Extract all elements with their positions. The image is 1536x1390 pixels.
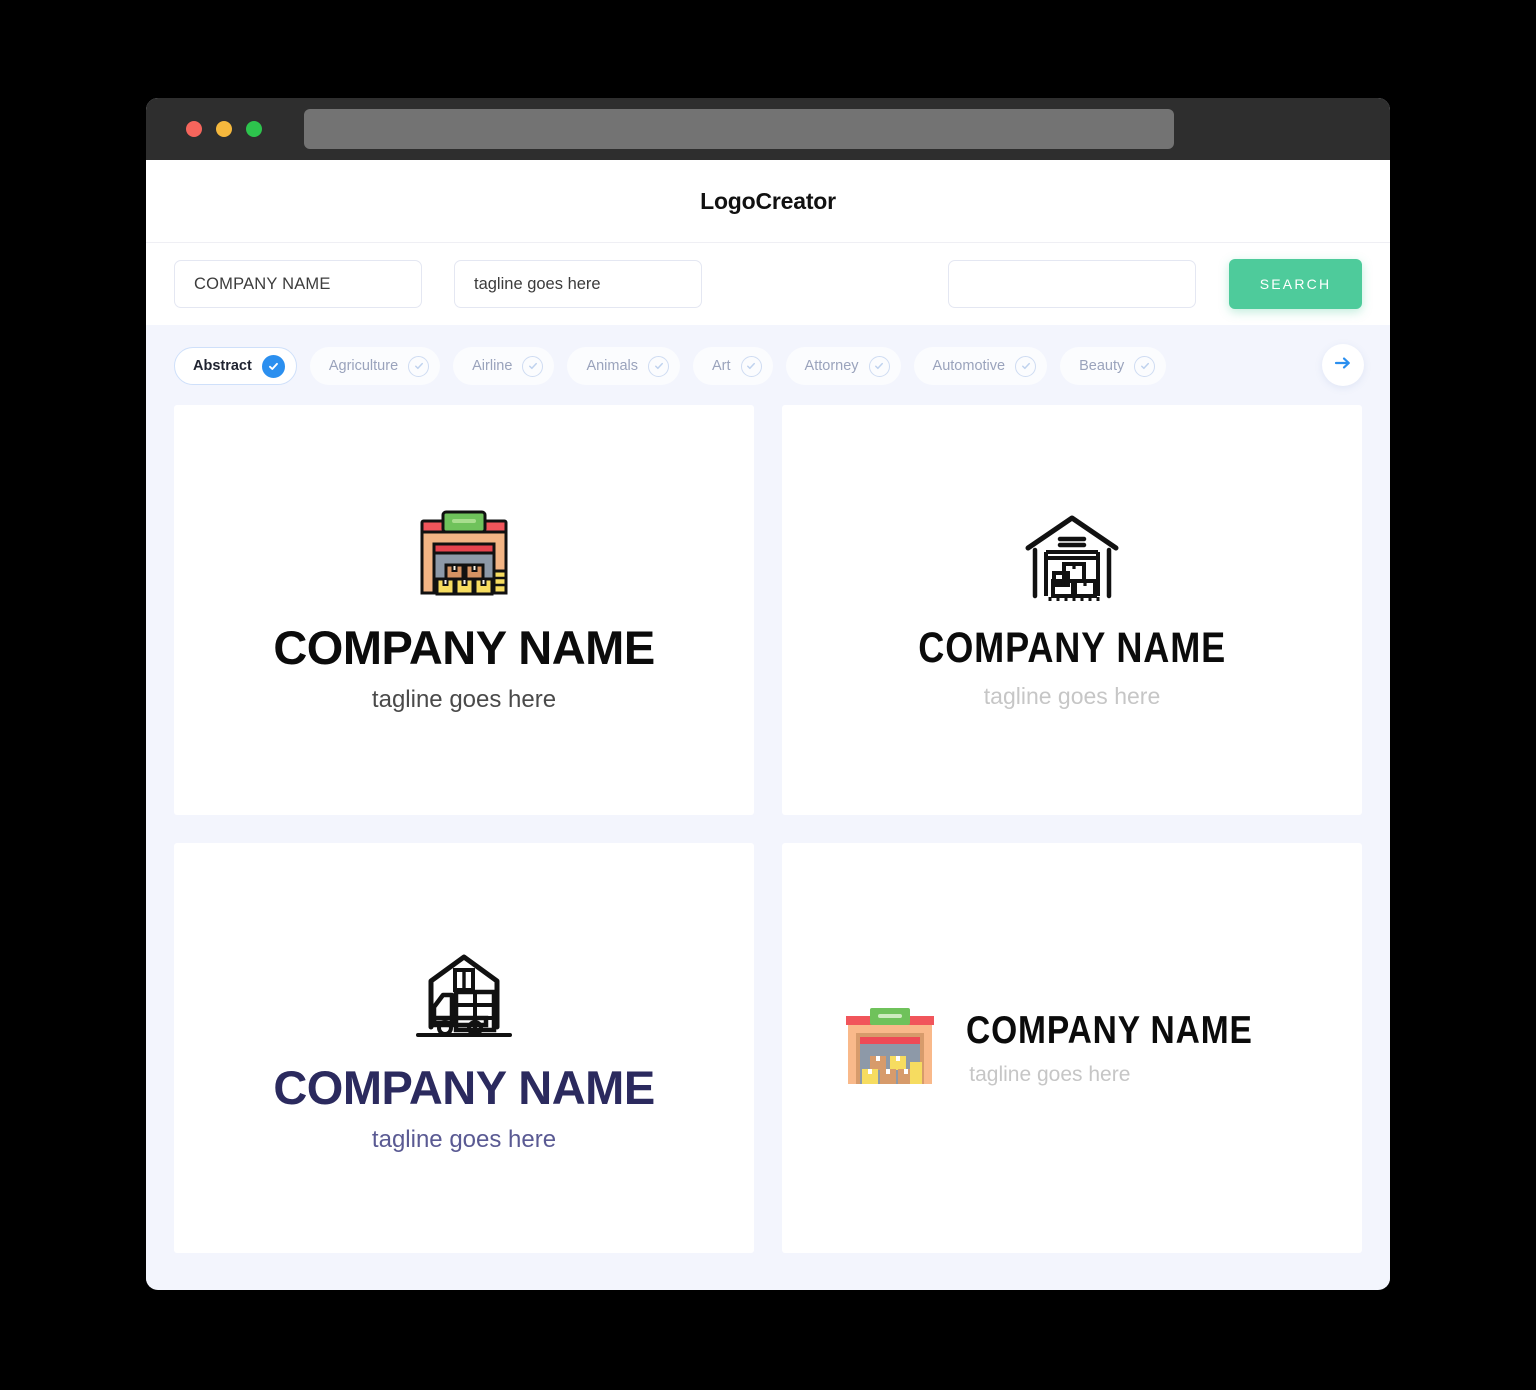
category-chip-animals[interactable]: Animals: [567, 347, 681, 385]
arrow-right-icon: [1333, 354, 1353, 377]
category-chip-automotive[interactable]: Automotive: [913, 347, 1048, 385]
check-circle-icon: [740, 355, 762, 377]
warehouse-color-outline-icon: [416, 509, 512, 602]
warehouse-flat-icon: [844, 1006, 936, 1091]
logo-company-name: COMPANY NAME: [273, 1060, 655, 1114]
logo-card[interactable]: COMPANY NAME tagline goes here: [782, 405, 1362, 815]
logo-text: COMPANY NAME tagline goes here: [966, 1011, 1299, 1085]
check-circle-icon: [408, 355, 430, 377]
logo-company-name: COMPANY NAME: [918, 624, 1226, 672]
company-name-input[interactable]: COMPANY NAME: [174, 260, 422, 308]
browser-titlebar: [146, 98, 1390, 160]
logo-tagline: tagline goes here: [371, 685, 557, 713]
close-window-button[interactable]: [186, 121, 202, 137]
browser-window: LogoCreator COMPANY NAME tagline goes he…: [146, 98, 1390, 1290]
search-toolbar: COMPANY NAME tagline goes here SEARCH: [146, 243, 1390, 325]
category-chips-bar: Abstract Agriculture Airline Animals Art…: [146, 325, 1390, 405]
logo-card[interactable]: COMPANY NAME tagline goes here: [782, 843, 1362, 1253]
logo-preview: COMPANY NAME tagline goes here: [273, 945, 655, 1153]
logo-text: COMPANY NAME tagline goes here: [273, 602, 655, 713]
page-title: LogoCreator: [700, 187, 836, 214]
category-chip-attorney[interactable]: Attorney: [785, 347, 901, 385]
category-chip-label: Airline: [472, 358, 513, 374]
warehouse-line-roof-icon: [1020, 512, 1124, 607]
company-name-value: COMPANY NAME: [194, 274, 331, 293]
warehouse-truck-line-icon: [412, 945, 516, 1042]
category-chip-agriculture[interactable]: Agriculture: [309, 347, 441, 385]
keyword-input[interactable]: [948, 260, 1196, 308]
category-chip-label: Art: [712, 358, 731, 374]
logo-tagline: tagline goes here: [983, 683, 1161, 709]
screen: LogoCreator COMPANY NAME tagline goes he…: [0, 0, 1536, 1390]
tagline-input[interactable]: tagline goes here: [454, 260, 702, 308]
category-chip-label: Animals: [586, 358, 639, 374]
search-button[interactable]: SEARCH: [1229, 259, 1362, 309]
check-circle-icon: [868, 355, 890, 377]
check-circle-icon: [522, 355, 544, 377]
logo-results-grid: COMPANY NAME tagline goes here COMPANY N…: [146, 405, 1390, 1287]
logo-preview: COMPANY NAME tagline goes here: [844, 1006, 1299, 1091]
category-chip-airline[interactable]: Airline: [453, 347, 555, 385]
logo-tagline: tagline goes here: [969, 1063, 1131, 1086]
logo-preview: COMPANY NAME tagline goes here: [273, 509, 655, 713]
categories-next-button[interactable]: [1322, 344, 1364, 386]
check-circle-icon: [1015, 355, 1037, 377]
tagline-value: tagline goes here: [474, 274, 601, 293]
category-chip-label: Agriculture: [328, 358, 399, 374]
check-circle-icon: [261, 354, 285, 378]
address-bar[interactable]: [304, 109, 1174, 149]
category-chip-art[interactable]: Art: [693, 347, 773, 385]
category-chip-label: Beauty: [1079, 358, 1125, 374]
logo-preview: COMPANY NAME tagline goes here: [889, 512, 1255, 708]
traffic-lights: [186, 121, 262, 137]
category-chip-abstract[interactable]: Abstract: [174, 347, 297, 385]
category-chip-label: Attorney: [804, 358, 859, 374]
logo-company-name: COMPANY NAME: [273, 620, 655, 674]
logo-card[interactable]: COMPANY NAME tagline goes here: [174, 405, 754, 815]
check-circle-icon: [648, 355, 670, 377]
check-circle-icon: [1134, 355, 1156, 377]
logo-tagline: tagline goes here: [371, 1125, 557, 1153]
category-chip-beauty[interactable]: Beauty: [1060, 347, 1167, 385]
logo-company-name: COMPANY NAME: [966, 1009, 1254, 1052]
app-header: LogoCreator: [146, 160, 1390, 243]
category-chip-label: Abstract: [193, 358, 252, 374]
category-chip-label: Automotive: [932, 358, 1006, 374]
minimize-window-button[interactable]: [216, 121, 232, 137]
maximize-window-button[interactable]: [246, 121, 262, 137]
logo-text: COMPANY NAME tagline goes here: [889, 607, 1255, 708]
logo-text: COMPANY NAME tagline goes here: [273, 1042, 655, 1153]
logo-card[interactable]: COMPANY NAME tagline goes here: [174, 843, 754, 1253]
